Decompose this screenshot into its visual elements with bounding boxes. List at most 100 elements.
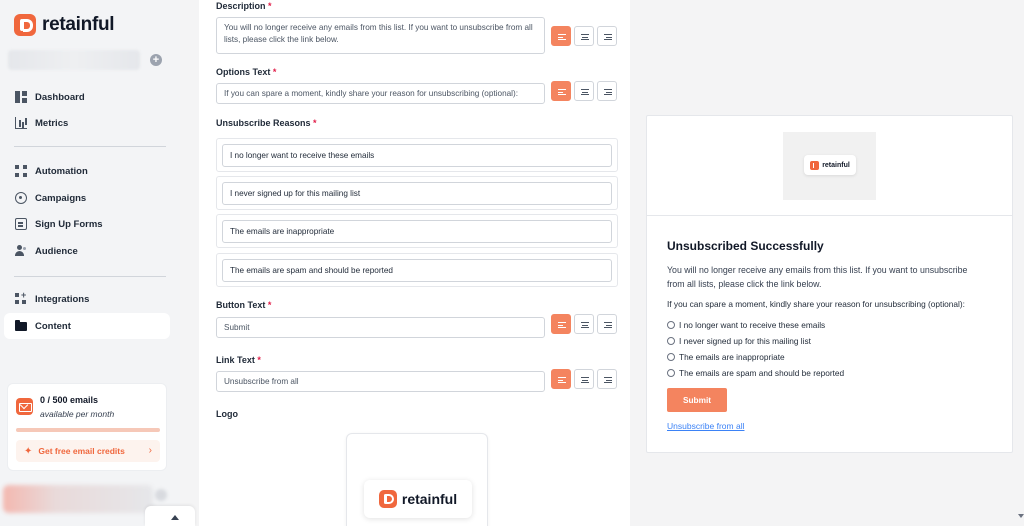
reason-item: The emails are spam and should be report… xyxy=(216,253,618,287)
logo-preview: retainful xyxy=(364,480,472,518)
link-text-input[interactable]: Unsubscribe from all xyxy=(216,371,545,392)
sidebar-item-content[interactable]: Content xyxy=(4,313,170,339)
scroll-up-button[interactable] xyxy=(145,506,195,526)
align-right-button[interactable] xyxy=(597,314,617,334)
align-right-button[interactable] xyxy=(597,26,617,46)
sidebar-item-label: Content xyxy=(35,320,71,332)
align-right-button[interactable] xyxy=(597,369,617,389)
sidebar-divider xyxy=(14,146,166,147)
align-center-button[interactable] xyxy=(574,369,594,389)
description-label: Description * xyxy=(216,1,272,11)
reason-input[interactable]: I no longer want to receive these emails xyxy=(222,144,612,167)
preview-submit-button[interactable]: Submit xyxy=(667,388,727,412)
dashboard-icon xyxy=(15,91,27,103)
reason-item: I no longer want to receive these emails xyxy=(216,138,618,172)
preview-reason-option[interactable]: I never signed up for this mailing list xyxy=(667,336,811,346)
brand-name: retainful xyxy=(42,14,115,35)
button-align-group xyxy=(551,314,617,334)
align-left-button[interactable] xyxy=(551,369,571,389)
preview-divider xyxy=(647,215,1012,216)
campaigns-icon xyxy=(15,192,27,204)
logo-upload-card[interactable]: retainful xyxy=(346,433,488,526)
unsubscribe-reasons-label: Unsubscribe Reasons * xyxy=(216,118,317,128)
preview-options-text: If you can spare a moment, kindly share … xyxy=(667,299,965,309)
align-center-button[interactable] xyxy=(574,81,594,101)
scroll-down-button[interactable] xyxy=(1016,490,1024,526)
preview-title: Unsubscribed Successfully xyxy=(667,239,824,253)
radio-icon[interactable] xyxy=(667,337,675,345)
automation-icon xyxy=(15,165,27,177)
sidebar-item-label: Automation xyxy=(35,165,88,177)
account-selector[interactable] xyxy=(8,50,140,70)
preview-reason-label: I no longer want to receive these emails xyxy=(679,320,826,330)
add-account-icon[interactable]: + xyxy=(150,54,162,66)
align-left-button[interactable] xyxy=(551,26,571,46)
metrics-icon xyxy=(15,117,27,129)
retainful-logo-icon xyxy=(14,14,36,36)
sidebar-item-label: Campaigns xyxy=(35,192,87,204)
description-align-group xyxy=(551,26,617,46)
preview-description: You will no longer receive any emails fr… xyxy=(667,265,968,289)
reason-item: I never signed up for this mailing list xyxy=(216,176,618,210)
content-icon xyxy=(15,320,27,332)
integrations-icon xyxy=(15,290,27,305)
radio-icon[interactable] xyxy=(667,353,675,361)
reason-input[interactable]: The emails are spam and should be report… xyxy=(222,259,612,282)
link-text-label: Link Text * xyxy=(216,355,261,365)
sidebar-item-integrations[interactable]: Integrations xyxy=(4,286,170,312)
align-left-button[interactable] xyxy=(551,314,571,334)
preview-reason-label: I never signed up for this mailing list xyxy=(679,336,811,346)
unsubscribe-preview: retainful Unsubscribed Successfully You … xyxy=(646,115,1013,453)
preview-reason-option[interactable]: The emails are inappropriate xyxy=(667,352,785,362)
radio-icon[interactable] xyxy=(667,321,675,329)
brand-logo[interactable]: retainful xyxy=(14,14,115,36)
user-menu-icon[interactable] xyxy=(155,489,167,501)
preview-unsubscribe-all-link[interactable]: Unsubscribe from all xyxy=(667,421,744,431)
audience-icon xyxy=(15,245,27,257)
sidebar-item-label: Metrics xyxy=(35,117,69,129)
reason-input[interactable]: The emails are inappropriate xyxy=(222,220,612,243)
sidebar: retainful + Dashboard Metrics Automation… xyxy=(0,0,180,526)
sidebar-item-campaigns[interactable]: Campaigns xyxy=(4,185,170,211)
logo-label: Logo xyxy=(216,409,238,419)
options-align-group xyxy=(551,81,617,101)
sidebar-item-metrics[interactable]: Metrics xyxy=(4,110,170,136)
signup-forms-icon xyxy=(15,218,27,230)
chevron-right-icon: › xyxy=(148,445,152,456)
align-right-button[interactable] xyxy=(597,81,617,101)
preview-reason-option[interactable]: The emails are spam and should be report… xyxy=(667,368,844,378)
preview-reason-label: The emails are inappropriate xyxy=(679,352,785,362)
button-text-input[interactable]: Submit xyxy=(216,317,545,338)
preview-logo-name: retainful xyxy=(822,161,850,169)
sidebar-item-automation[interactable]: Automation xyxy=(4,158,170,184)
retainful-logo-icon xyxy=(378,490,397,508)
reason-item: The emails are inappropriate xyxy=(216,214,618,248)
mail-icon xyxy=(16,398,33,415)
radio-icon[interactable] xyxy=(667,369,675,377)
sidebar-item-label: Integrations xyxy=(35,293,90,305)
options-text-input[interactable]: If you can spare a moment, kindly share … xyxy=(216,83,545,104)
get-free-credits-button[interactable]: ✦ Get free email credits › xyxy=(16,440,160,462)
sidebar-item-label: Dashboard xyxy=(35,91,85,103)
sidebar-divider xyxy=(14,276,166,277)
preview-logo-area: retainful xyxy=(783,132,876,200)
unsubscribe-content-form: Description * You will no longer receive… xyxy=(199,0,630,526)
preview-logo: retainful xyxy=(804,155,856,175)
sidebar-item-signup-forms[interactable]: Sign Up Forms xyxy=(4,211,170,237)
description-textarea[interactable]: You will no longer receive any emails fr… xyxy=(216,17,545,54)
align-center-button[interactable] xyxy=(574,26,594,46)
button-text-label: Button Text * xyxy=(216,300,272,310)
align-left-button[interactable] xyxy=(551,81,571,101)
sparkle-icon: ✦ xyxy=(24,445,33,457)
sidebar-item-audience[interactable]: Audience xyxy=(4,238,170,264)
reason-input[interactable]: I never signed up for this mailing list xyxy=(222,182,612,205)
credits-count: 0 / 500 emails xyxy=(40,395,99,405)
preview-reason-option[interactable]: I no longer want to receive these emails xyxy=(667,320,825,330)
align-center-button[interactable] xyxy=(574,314,594,334)
retainful-logo-icon xyxy=(810,160,820,170)
sidebar-item-label: Audience xyxy=(35,245,78,257)
sidebar-item-dashboard[interactable]: Dashboard xyxy=(4,84,170,110)
logo-brand-name: retainful xyxy=(401,491,458,507)
user-profile[interactable] xyxy=(3,485,153,513)
credits-period: available per month xyxy=(40,409,115,419)
